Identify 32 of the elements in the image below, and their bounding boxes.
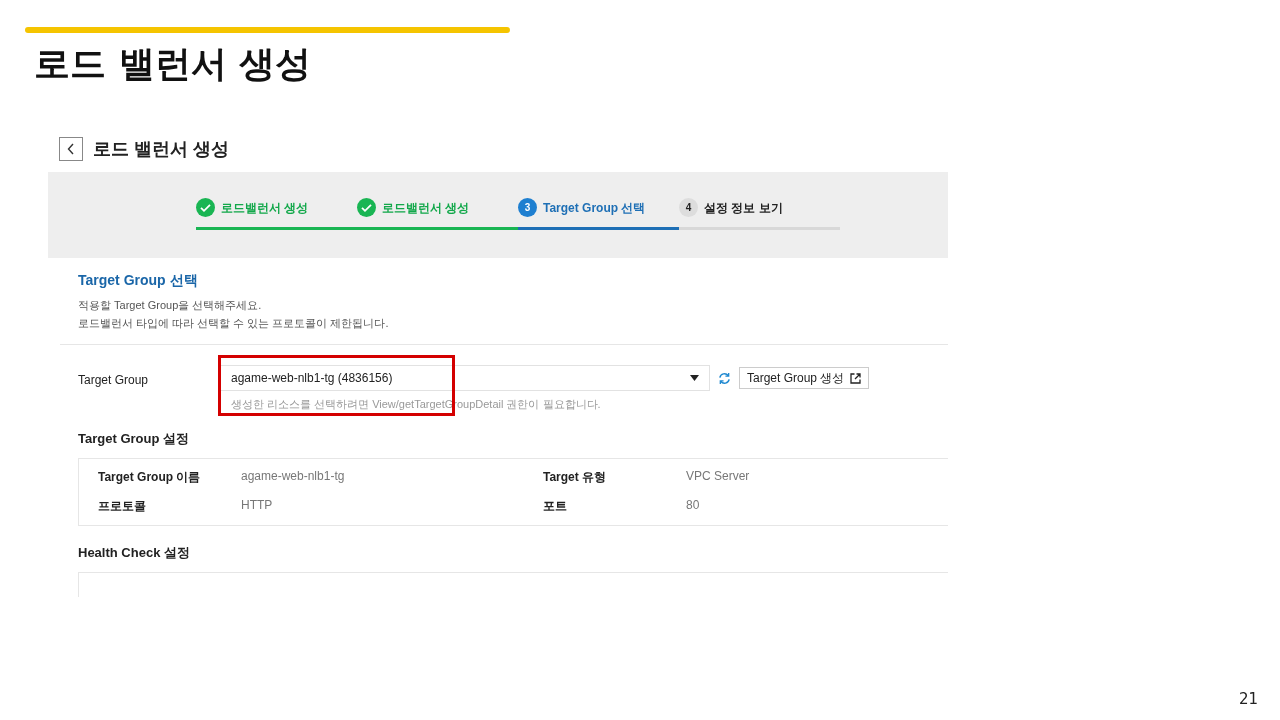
wizard-step[interactable]: 4 설정 정보 보기 [679, 200, 840, 230]
section-description: 적용할 Target Group을 선택해주세요. [78, 298, 263, 313]
field-label: Target Group 이름 [98, 469, 202, 486]
field-value: agame-web-nlb1-tg [241, 469, 346, 485]
back-button[interactable] [59, 136, 83, 161]
field-label: 프로토콜 [98, 498, 147, 515]
page-title: 로드 밸런서 생성 [93, 137, 229, 161]
section-description: 로드밸런서 타입에 따라 선택할 수 있는 프로토콜이 제한됩니다. [78, 316, 390, 331]
target-group-dropdown[interactable]: agame-web-nlb1-tg (4836156) [218, 365, 710, 391]
field-value: VPC Server [686, 469, 751, 485]
field-value: 80 [686, 498, 701, 514]
field-label: 포트 [543, 498, 568, 515]
external-link-icon [850, 372, 862, 384]
step-label: 로드밸런서 생성 [382, 200, 470, 217]
page-number: 21 [1238, 690, 1258, 708]
create-target-group-button[interactable]: Target Group 생성 [739, 367, 870, 389]
chevron-left-icon [67, 142, 75, 155]
group-title: Target Group 설정 [77, 430, 190, 448]
section-title: Target Group 선택 [78, 272, 199, 290]
step-label: 설정 정보 보기 [704, 200, 783, 217]
field-label: Target Group [78, 372, 150, 389]
step-number: 4 [679, 198, 698, 217]
refresh-icon[interactable] [718, 371, 731, 385]
group-title: Health Check 설정 [77, 544, 191, 562]
wizard-step[interactable]: 3 Target Group 선택 [518, 200, 679, 230]
step-label: Target Group 선택 [543, 200, 646, 217]
field-label: Target 유형 [543, 469, 608, 486]
slide-title: 로드 밸런서 생성 [34, 42, 312, 86]
dropdown-caret-icon [690, 375, 699, 381]
field-value: HTTP [241, 498, 274, 514]
step-number: 3 [518, 198, 537, 217]
step-label: 로드밸런서 생성 [221, 200, 309, 217]
